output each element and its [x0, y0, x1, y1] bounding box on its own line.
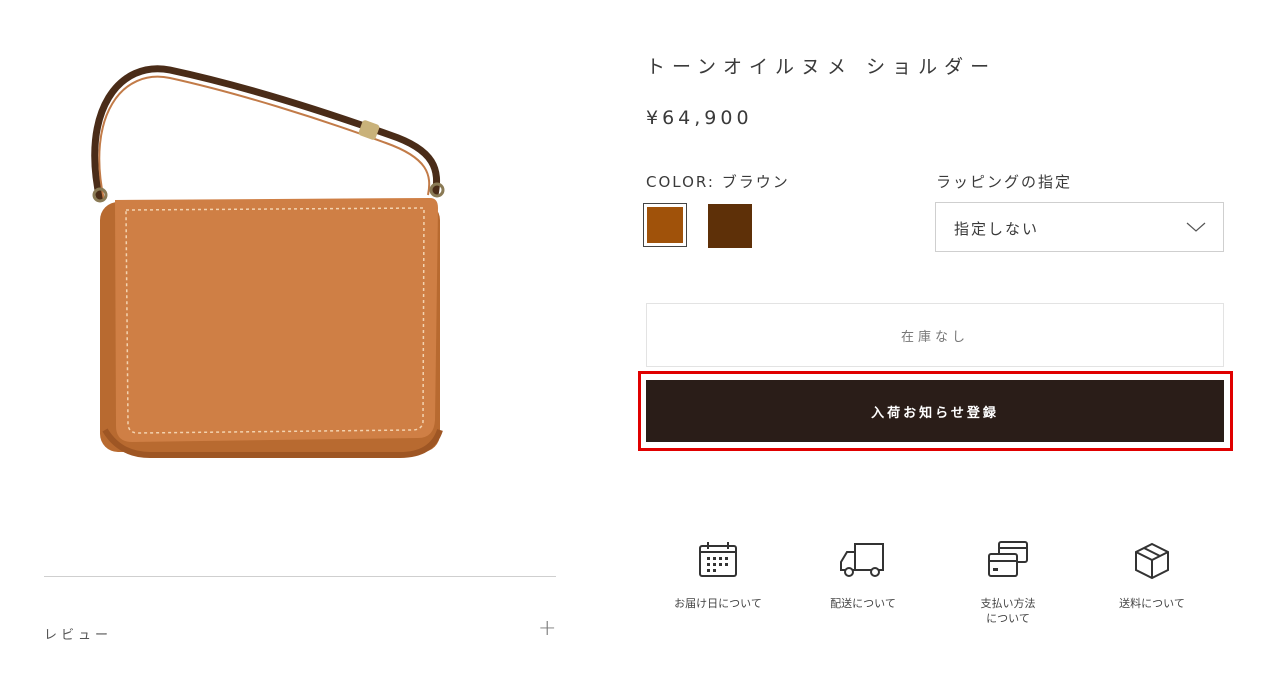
- restock-notify-button[interactable]: 入荷お知らせ登録: [646, 380, 1224, 442]
- product-title: トーンオイルヌメ ショルダー: [646, 56, 997, 78]
- package-icon: [1135, 542, 1169, 580]
- payment-info-link[interactable]: 支払い方法 について: [953, 540, 1063, 626]
- calendar-icon: [699, 542, 737, 577]
- wrapping-selected-value: 指定しない: [954, 220, 1040, 238]
- review-expand-icon[interactable]: +: [538, 618, 556, 640]
- swatch-fill: [647, 207, 683, 243]
- wrapping-select[interactable]: 指定しない: [935, 202, 1224, 252]
- product-price: ¥64,900: [646, 107, 753, 129]
- review-divider: [44, 576, 556, 577]
- info-label-shipping-fee: 送料について: [1119, 597, 1185, 610]
- restock-notify-label: 入荷お知らせ登録: [871, 405, 999, 421]
- chevron-down-icon: [1185, 217, 1207, 241]
- credit-card-icon: [988, 541, 1028, 577]
- product-image: [60, 50, 490, 470]
- shoulder-bag-image: [91, 65, 445, 458]
- info-label-delivery-date: お届け日について: [674, 597, 762, 610]
- shipping-fee-info-link[interactable]: 送料について: [1097, 540, 1207, 611]
- color-swatch-brown[interactable]: [643, 203, 687, 247]
- review-toggle-label[interactable]: レビュー: [44, 624, 112, 643]
- info-label-shipping: 配送について: [830, 597, 896, 610]
- delivery-date-info-link[interactable]: お届け日について: [663, 540, 773, 611]
- truck-icon: [840, 543, 884, 577]
- info-label-payment: 支払い方法 について: [980, 597, 1036, 625]
- shipping-info-link[interactable]: 配送について: [808, 540, 918, 611]
- color-swatch-dark-brown[interactable]: [708, 204, 752, 248]
- stock-status: 在庫なし: [646, 303, 1224, 367]
- stock-status-text: 在庫なし: [900, 329, 969, 345]
- wrapping-label: ラッピングの指定: [936, 173, 1073, 191]
- color-label: COLOR: ブラウン: [646, 173, 790, 191]
